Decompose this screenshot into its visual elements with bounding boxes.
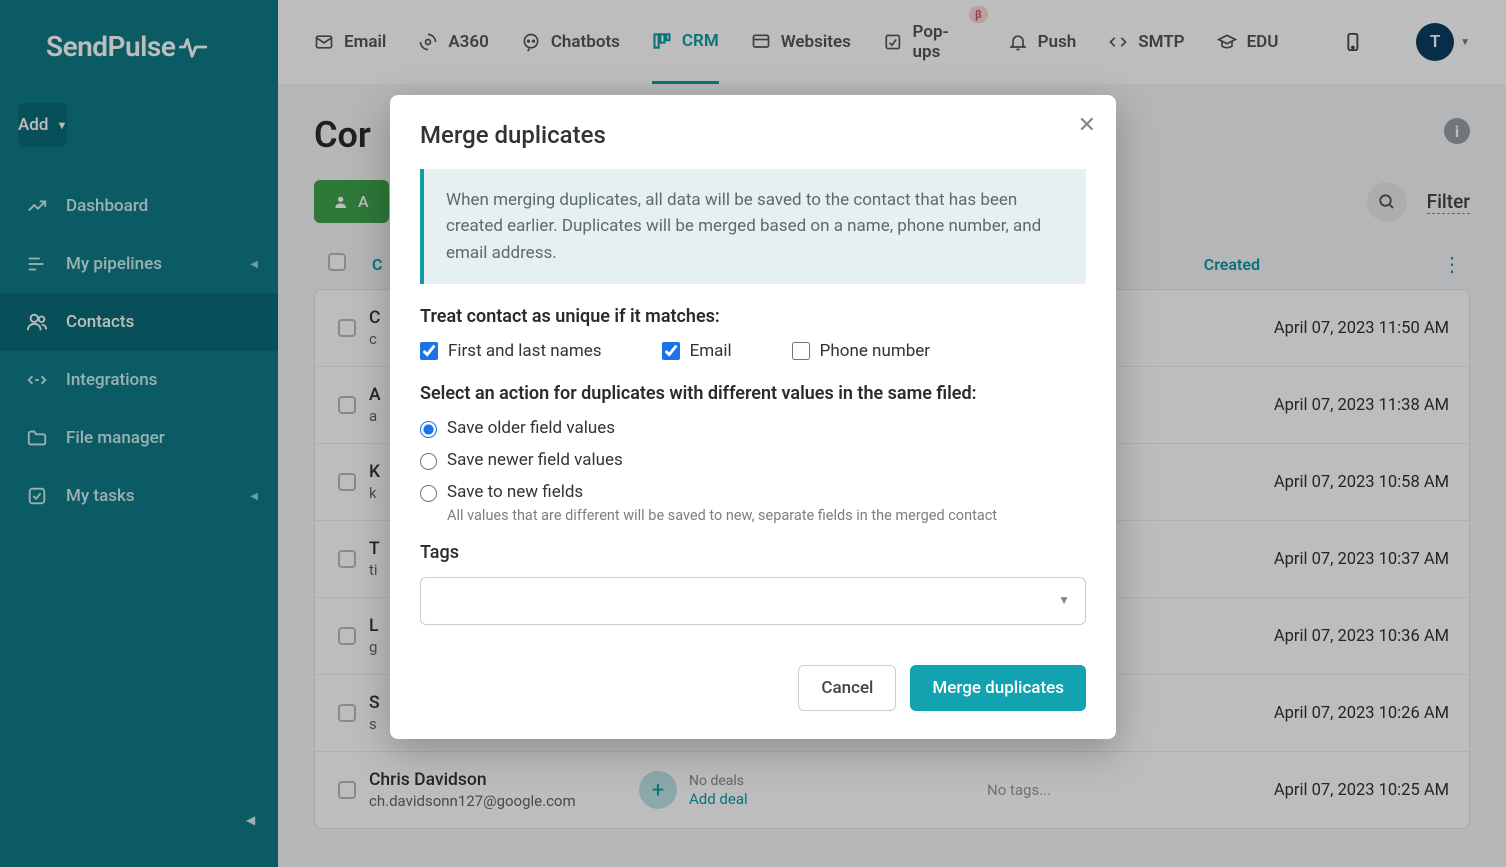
radio-sublabel: All values that are different will be sa… [447,506,997,526]
checkbox-label: Email [690,341,732,361]
radio-older-input[interactable] [420,421,437,438]
checkbox-names[interactable]: First and last names [420,341,602,361]
radio-newfields[interactable]: Save to new fields All values that are d… [420,482,1086,526]
radio-label: Save newer field values [447,450,623,470]
close-button[interactable]: ✕ [1078,113,1096,138]
checkbox-label: Phone number [820,341,930,361]
action-label: Select an action for duplicates with dif… [420,383,1086,404]
modal-info-banner: When merging duplicates, all data will b… [420,169,1086,284]
cancel-button[interactable]: Cancel [798,665,896,711]
close-icon: ✕ [1078,113,1096,138]
unique-label: Treat contact as unique if it matches: [420,306,1086,327]
merge-button[interactable]: Merge duplicates [910,665,1086,711]
radio-label: Save to new fields [447,482,997,502]
radio-newer[interactable]: Save newer field values [420,450,1086,470]
radio-newfields-input[interactable] [420,485,437,502]
radio-newer-input[interactable] [420,453,437,470]
tags-label: Tags [420,542,1086,563]
checkbox-email[interactable]: Email [662,341,732,361]
tags-select[interactable] [420,577,1086,625]
checkbox-names-input[interactable] [420,342,438,360]
checkbox-phone-input[interactable] [792,342,810,360]
checkbox-label: First and last names [448,341,602,361]
radio-label: Save older field values [447,418,615,438]
checkbox-email-input[interactable] [662,342,680,360]
modal-title: Merge duplicates [390,95,1116,163]
merge-duplicates-modal: ✕ Merge duplicates When merging duplicat… [390,95,1116,739]
radio-older[interactable]: Save older field values [420,418,1086,438]
checkbox-phone[interactable]: Phone number [792,341,930,361]
